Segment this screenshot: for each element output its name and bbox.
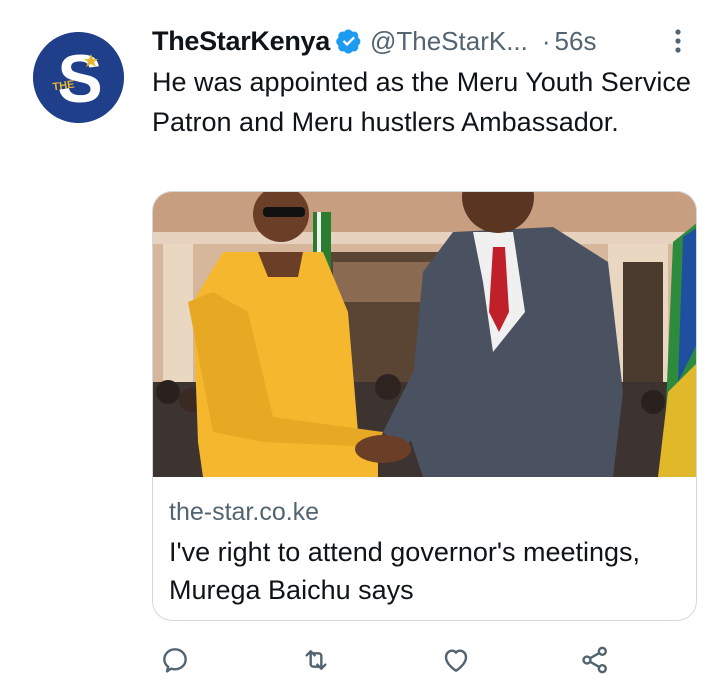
separator-dot: · (541, 25, 551, 56)
retweet-icon (305, 650, 327, 670)
retweet-button[interactable] (296, 640, 336, 680)
display-name[interactable]: TheStarKenya (152, 26, 330, 57)
reply-icon (163, 648, 187, 673)
verified-badge-icon (336, 29, 361, 54)
action-bar (0, 640, 720, 680)
tweet-header: TheStarKenya @TheStarK... · 56s (152, 22, 692, 60)
handle[interactable]: @TheStarK... (370, 26, 528, 57)
tweet-text: He was appointed as the Meru Youth Servi… (152, 67, 691, 137)
heart-icon (444, 649, 468, 672)
share-button[interactable] (575, 640, 615, 680)
link-card[interactable]: the-star.co.ke I've right to attend gove… (152, 191, 697, 621)
share-icon (582, 646, 607, 674)
card-title: I've right to attend governor's meetings… (169, 537, 641, 605)
like-button[interactable] (436, 640, 476, 680)
reply-button[interactable] (155, 640, 195, 680)
card-domain: the-star.co.ke (169, 498, 320, 526)
star-logo-icon: S THE (33, 32, 124, 123)
more-options-icon[interactable] (674, 28, 682, 54)
avatar[interactable]: S THE (33, 32, 124, 123)
card-image[interactable] (153, 192, 697, 477)
timestamp[interactable]: 56s (555, 26, 597, 57)
